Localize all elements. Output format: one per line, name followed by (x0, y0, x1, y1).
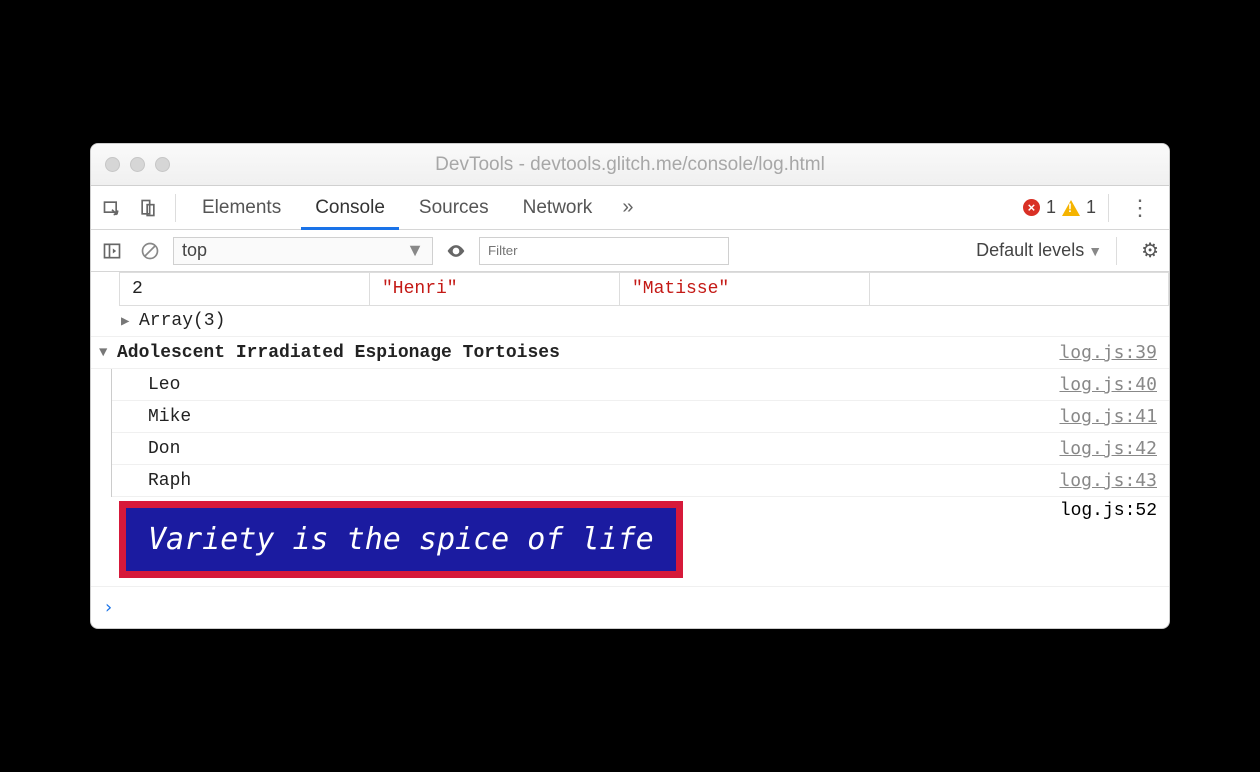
table-index: 2 (120, 273, 370, 305)
divider (175, 194, 176, 222)
chevron-down-icon: ▼ (406, 240, 424, 261)
titlebar: DevTools - devtools.glitch.me/console/lo… (91, 144, 1169, 186)
more-tabs-button[interactable]: » (612, 196, 643, 219)
menu-icon[interactable]: ⋮ (1121, 195, 1159, 221)
divider (1116, 237, 1117, 265)
tab-sources[interactable]: Sources (405, 186, 503, 230)
source-link[interactable]: log.js:41 (1059, 406, 1157, 427)
window-controls (105, 157, 170, 172)
log-entry: Mike log.js:41 (112, 401, 1169, 433)
error-icon: × (1023, 199, 1040, 216)
clear-console-icon[interactable] (135, 236, 165, 266)
context-selector[interactable]: top ▼ (173, 237, 433, 265)
log-text: Raph (148, 471, 191, 491)
source-link[interactable]: log.js:43 (1059, 470, 1157, 491)
log-entry: Raph log.js:43 (112, 465, 1169, 497)
log-levels-selector[interactable]: Default levels ▼ (976, 240, 1102, 261)
source-link[interactable]: log.js:39 (1059, 342, 1157, 363)
filter-input[interactable] (479, 237, 729, 265)
live-expression-icon[interactable] (441, 236, 471, 266)
divider (1108, 194, 1109, 222)
console-group-body: Leo log.js:40 Mike log.js:41 Don log.js:… (111, 369, 1169, 497)
console-toolbar: top ▼ Default levels ▼ ⚙ (91, 230, 1169, 272)
chevron-down-icon: ▼ (1088, 243, 1102, 259)
expand-icon[interactable] (121, 313, 135, 330)
tab-console[interactable]: Console (301, 186, 399, 230)
array-preview: Array(3) (139, 311, 225, 331)
sidebar-toggle-icon[interactable] (97, 236, 127, 266)
settings-icon[interactable]: ⚙ (1131, 238, 1159, 263)
source-link[interactable]: log.js:42 (1059, 438, 1157, 459)
tab-network[interactable]: Network (509, 186, 607, 230)
console-output: 2 "Henri" "Matisse" Array(3) Adolescent … (91, 272, 1169, 628)
devtools-window: DevTools - devtools.glitch.me/console/lo… (90, 143, 1170, 629)
collapse-icon[interactable] (99, 345, 113, 361)
main-tabs: Elements Console Sources Network » × 1 1… (91, 186, 1169, 230)
context-value: top (182, 240, 207, 261)
inspect-icon[interactable] (97, 193, 127, 223)
styled-log-entry: Variety is the spice of life log.js:52 (91, 497, 1169, 587)
table-cell-empty (870, 273, 1168, 305)
levels-label: Default levels (976, 240, 1084, 261)
table-row: 2 "Henri" "Matisse" (119, 272, 1169, 306)
log-text: Mike (148, 407, 191, 427)
table-cell: "Matisse" (620, 273, 870, 305)
array-preview-row[interactable]: Array(3) (91, 306, 1169, 337)
console-prompt[interactable]: › (91, 587, 1169, 628)
source-link[interactable]: log.js:40 (1059, 374, 1157, 395)
close-icon[interactable] (105, 157, 120, 172)
error-count: 1 (1046, 197, 1056, 218)
window-title: DevTools - devtools.glitch.me/console/lo… (91, 154, 1169, 176)
styled-log-text: Variety is the spice of life (119, 501, 683, 578)
console-group-header[interactable]: Adolescent Irradiated Espionage Tortoise… (91, 337, 1169, 369)
device-toggle-icon[interactable] (133, 193, 163, 223)
table-cell: "Henri" (370, 273, 620, 305)
warning-count: 1 (1086, 197, 1096, 218)
zoom-icon[interactable] (155, 157, 170, 172)
tab-elements[interactable]: Elements (188, 186, 295, 230)
status-indicators[interactable]: × 1 1 (1023, 197, 1096, 218)
source-link[interactable]: log.js:52 (1060, 501, 1157, 521)
minimize-icon[interactable] (130, 157, 145, 172)
warning-icon (1062, 200, 1080, 216)
group-title: Adolescent Irradiated Espionage Tortoise… (117, 343, 560, 363)
log-entry: Don log.js:42 (112, 433, 1169, 465)
log-entry: Leo log.js:40 (112, 369, 1169, 401)
log-text: Don (148, 439, 180, 459)
prompt-caret: › (103, 597, 114, 618)
log-text: Leo (148, 375, 180, 395)
